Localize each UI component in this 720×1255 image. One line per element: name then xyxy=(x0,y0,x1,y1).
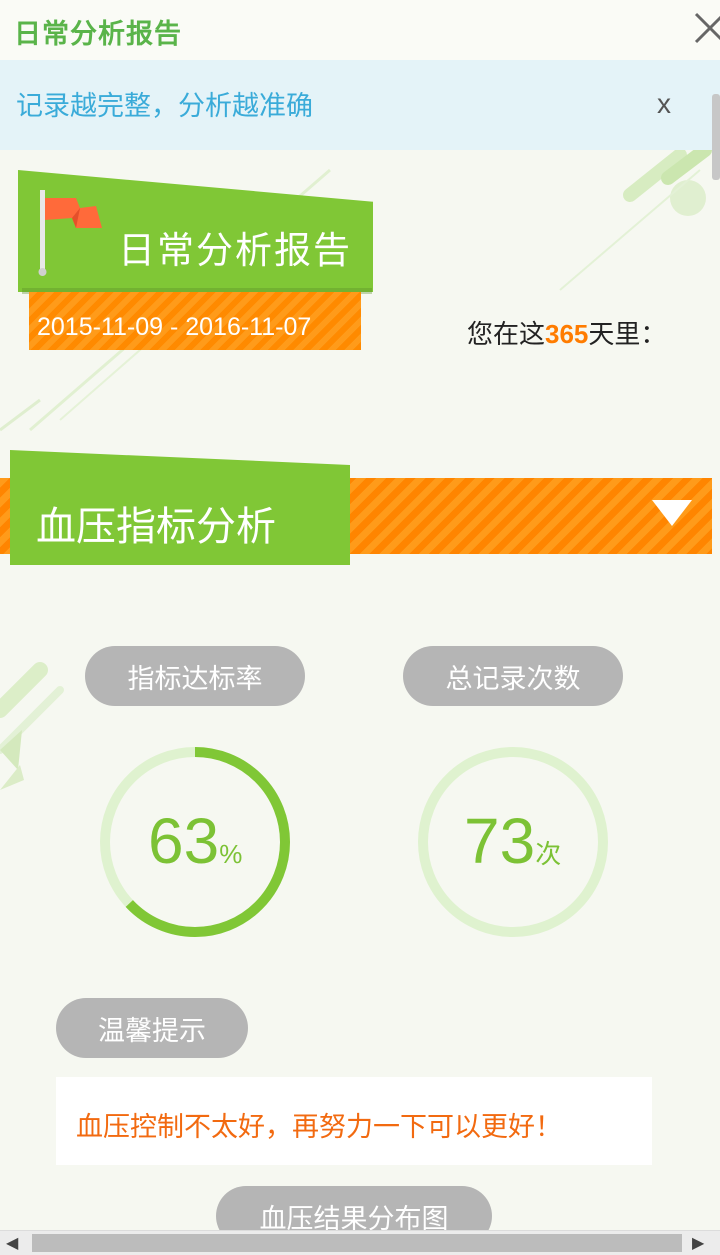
date-range: 2015-11-09 - 2016-11-07 xyxy=(37,313,312,341)
count-unit: 次 xyxy=(535,839,562,869)
rate-unit: % xyxy=(219,839,243,869)
report-title: 日常分析报告 xyxy=(118,229,352,272)
notice-dismiss-button[interactable]: x xyxy=(657,88,671,120)
close-icon[interactable] xyxy=(692,10,720,46)
count-label-pill: 总记录次数 xyxy=(403,646,623,706)
notice-text: 记录越完整，分析越准确 xyxy=(16,91,313,122)
scroll-right-icon[interactable]: ▶ xyxy=(692,1233,704,1252)
rate-label-pill: 指标达标率 xyxy=(85,646,305,706)
days-suffix: 天里： xyxy=(588,320,667,350)
rate-label: 指标达标率 xyxy=(127,663,263,695)
count-value-display: 73次 xyxy=(464,804,561,878)
flag-icon xyxy=(38,190,102,276)
horizontal-scroll-thumb[interactable] xyxy=(32,1234,682,1252)
horizontal-scrollbar[interactable]: ◀ ▶ xyxy=(0,1230,720,1255)
triangle-down-icon[interactable] xyxy=(652,500,692,528)
tip-message-box: 血压控制不太好，再努力一下可以更好！ xyxy=(56,1077,652,1165)
window-title: 日常分析报告 xyxy=(14,19,182,50)
days-summary: 您在这365天里： xyxy=(467,314,666,351)
count-value: 73 xyxy=(464,805,536,877)
window-header: 日常分析报告 xyxy=(0,0,720,60)
rate-value-display: 63% xyxy=(148,804,242,878)
scroll-left-icon[interactable]: ◀ xyxy=(6,1233,18,1252)
notice-banner: 记录越完整，分析越准确 x xyxy=(0,60,720,150)
count-label: 总记录次数 xyxy=(445,663,581,695)
rate-value: 63 xyxy=(148,805,220,877)
days-prefix: 您在这 xyxy=(467,320,546,350)
tip-message: 血压控制不太好，再努力一下可以更好！ xyxy=(76,1112,562,1143)
tips-label-pill: 温馨提示 xyxy=(56,998,248,1058)
vertical-scrollbar[interactable] xyxy=(712,94,720,180)
days-count: 365 xyxy=(545,319,589,349)
date-range-strip: 2015-11-09 - 2016-11-07 xyxy=(29,292,361,350)
section-title: 血压指标分析 xyxy=(36,504,276,550)
tips-label: 温馨提示 xyxy=(98,1015,206,1047)
